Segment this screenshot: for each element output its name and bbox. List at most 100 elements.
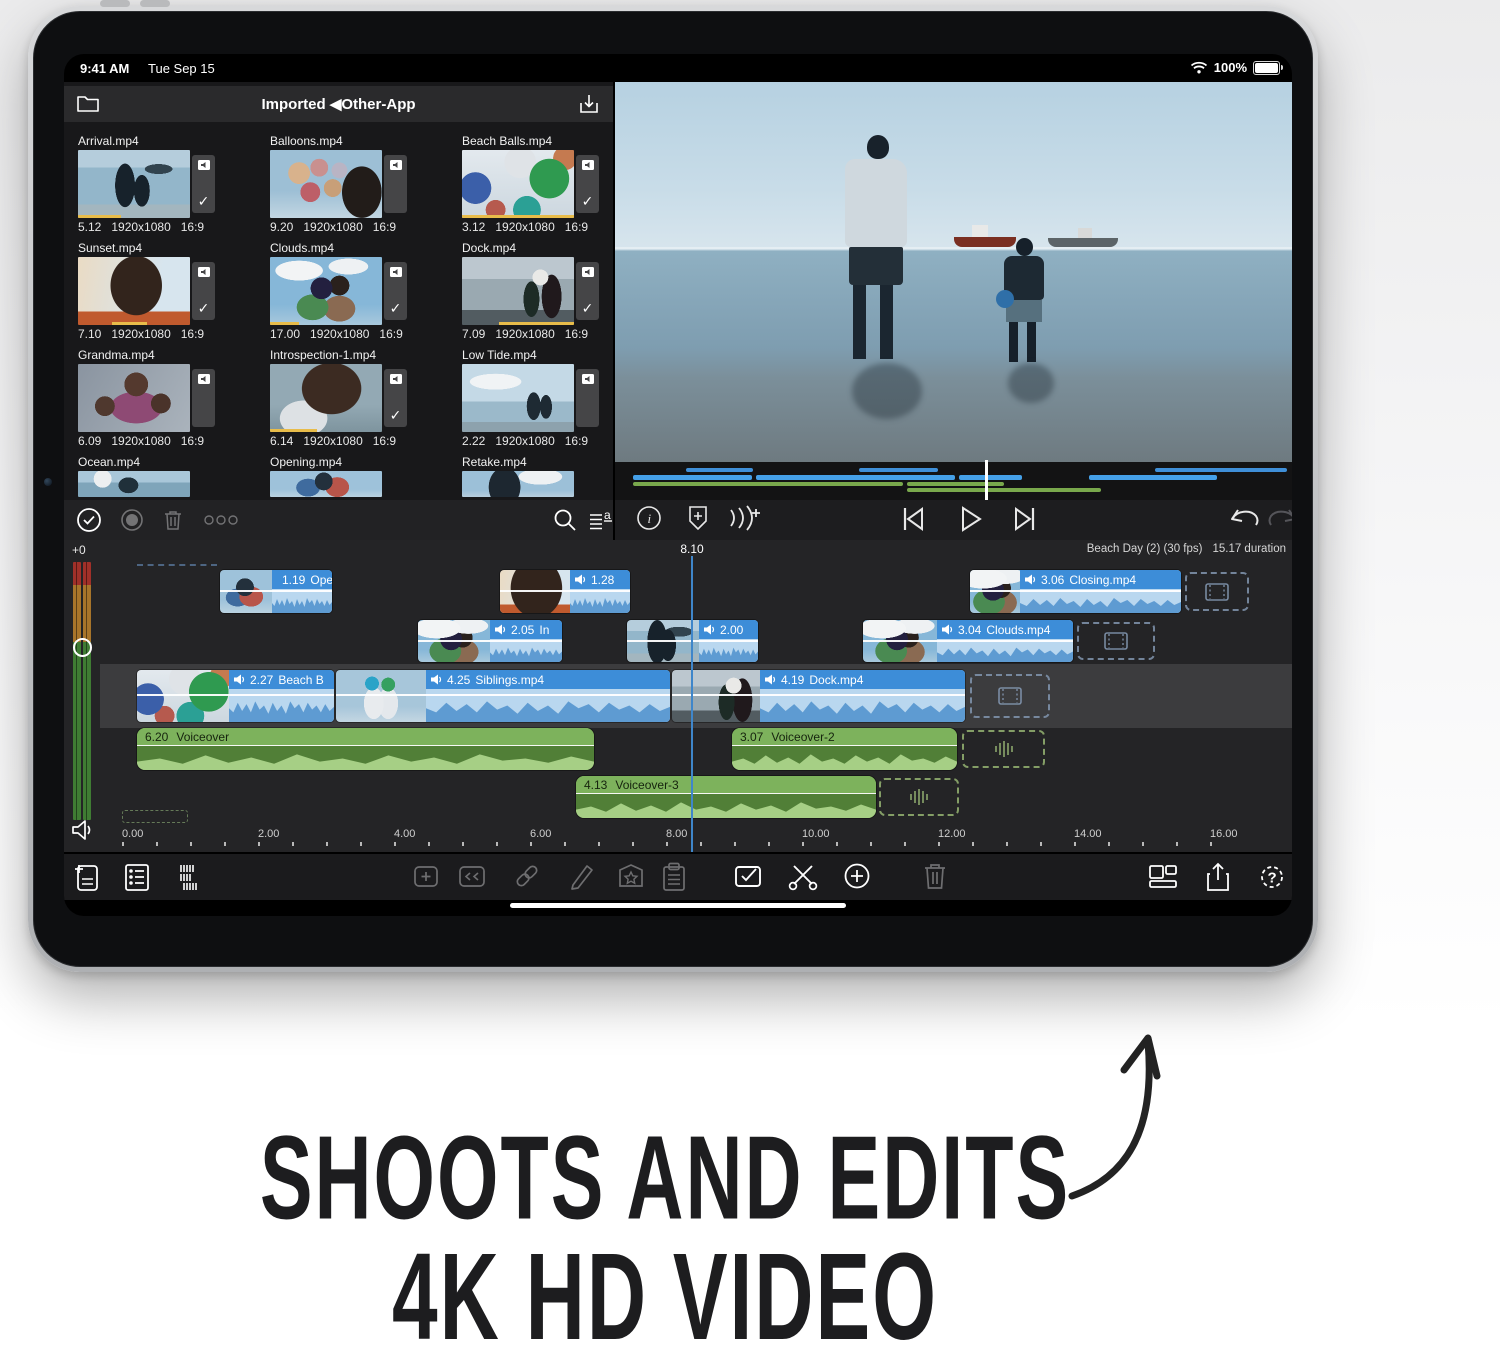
bottom-toolbar: ? — [64, 854, 1292, 900]
effects-star-icon[interactable] — [616, 861, 646, 891]
library-clip-card[interactable]: Introspection-1.mp4 ✓ 6.141920x108016:9 — [270, 348, 448, 446]
audio-levels-icon[interactable] — [177, 861, 209, 893]
front-camera — [44, 478, 52, 486]
search-icon[interactable] — [552, 507, 578, 533]
timeline-clip[interactable]: 2.05In — [418, 620, 562, 662]
info-icon[interactable]: i — [635, 504, 663, 532]
timeline-audio-clip[interactable]: 3.07Voiceover-2 — [732, 728, 957, 770]
share-export-icon[interactable] — [1204, 861, 1232, 893]
ruler-label: 16.00 — [1210, 828, 1238, 840]
video-preview[interactable] — [615, 82, 1292, 462]
timeline-audio-clip[interactable]: 4.13Voiceover-3 — [576, 776, 876, 818]
timeline-playhead[interactable] — [691, 556, 693, 852]
new-project-icon[interactable] — [72, 861, 102, 893]
volume-down-button[interactable] — [140, 0, 170, 7]
timeline-audio-clip[interactable]: 6.20Voiceover — [137, 728, 594, 770]
insert-clip-icon[interactable] — [411, 861, 441, 891]
film-icon — [997, 686, 1023, 706]
library-clip-card[interactable]: Sunset.mp4 ✓ 7.101920x108016:9 — [78, 241, 256, 339]
timeline-overview[interactable] — [615, 462, 1292, 500]
clip-name: Clouds.mp4 — [270, 241, 448, 255]
timeline-clip[interactable]: 1.19Open — [220, 570, 332, 613]
settings-help-icon[interactable]: ? — [1256, 861, 1288, 893]
level-knob[interactable] — [73, 638, 92, 657]
play-icon[interactable] — [955, 504, 985, 534]
link-icon[interactable] — [512, 861, 542, 891]
video-placeholder[interactable] — [1185, 572, 1249, 611]
waveform-icon — [992, 740, 1016, 758]
project-duration: 15.17 duration — [1212, 543, 1286, 555]
ruler-label: 0.00 — [122, 828, 143, 840]
add-plus-icon[interactable] — [842, 861, 872, 891]
timeline-clip[interactable]: 4.19Dock.mp4 — [672, 670, 965, 722]
library-clip-card[interactable]: Beach Balls.mp4 ✓ 3.121920x108016:9 — [462, 134, 613, 232]
clip-thumbnail — [462, 257, 574, 325]
media-audio-icon — [581, 159, 595, 171]
clip-meta: 7.101920x108016:9 — [78, 327, 256, 341]
clip-badge-strip: ✓ — [576, 262, 599, 320]
redo-icon[interactable] — [1267, 504, 1292, 532]
waveform-icon — [907, 788, 931, 806]
library-clip-card[interactable]: Low Tide.mp4 ✓ 2.221920x108016:9 — [462, 348, 613, 446]
clip-thumbnail — [462, 150, 574, 218]
timeline-clip[interactable]: 3.04Clouds.mp4 — [863, 620, 1073, 662]
speaker-icon — [431, 674, 442, 685]
man-silhouette — [845, 135, 907, 359]
video-placeholder[interactable] — [970, 674, 1050, 718]
audio-clip-label: 3.07Voiceover-2 — [732, 728, 957, 745]
trash-icon[interactable] — [162, 508, 184, 532]
timeline-clip[interactable]: 2.27Beach B — [137, 670, 334, 722]
import-icon[interactable] — [577, 92, 601, 116]
layout-panels-icon[interactable] — [1146, 861, 1180, 891]
library-clip-card[interactable]: Dock.mp4 ✓ 7.091920x108016:9 — [462, 241, 613, 339]
library-clip-card[interactable]: Clouds.mp4 ✓ 17.001920x108016:9 — [270, 241, 448, 339]
clipboard-icon[interactable] — [660, 861, 688, 893]
audio-add-icon[interactable] — [727, 504, 763, 532]
audio-placeholder[interactable] — [962, 730, 1045, 768]
clip-name: Low Tide.mp4 — [462, 348, 613, 362]
select-checkbox-icon[interactable] — [732, 861, 764, 891]
timeline-clip[interactable]: 4.25Siblings.mp4 — [336, 670, 670, 722]
undo-icon[interactable] — [1228, 504, 1260, 532]
library-clip-card[interactable]: Ocean.mp4 ✓ — [78, 455, 256, 504]
record-icon[interactable] — [120, 508, 144, 532]
clip-name: Introspection-1.mp4 — [270, 348, 448, 362]
skip-back-icon[interactable] — [898, 504, 928, 534]
clip-meta: 9.201920x108016:9 — [270, 220, 448, 234]
library-clip-card[interactable]: Grandma.mp4 ✓ 6.091920x108016:9 — [78, 348, 256, 446]
battery-icon — [1253, 61, 1280, 75]
split-scissors-icon[interactable] — [786, 861, 820, 891]
timeline-clip[interactable]: 3.06Closing.mp4 — [970, 570, 1181, 613]
audio-placeholder[interactable] — [879, 778, 959, 816]
overwrite-clip-icon[interactable] — [456, 861, 488, 891]
skip-forward-icon[interactable] — [1010, 504, 1040, 534]
video-placeholder[interactable] — [1077, 622, 1155, 660]
sort-icon[interactable]: a — [588, 507, 614, 533]
volume-up-button[interactable] — [100, 0, 130, 7]
mute-speaker-icon[interactable] — [70, 818, 96, 842]
ruler-label: 4.00 — [394, 828, 415, 840]
folder-icon[interactable] — [76, 92, 100, 114]
timeline-clip[interactable]: 1.28 — [500, 570, 630, 613]
clip-thumbnail — [462, 471, 574, 497]
track-headers-icon[interactable] — [122, 861, 152, 893]
marker-icon[interactable] — [685, 504, 711, 532]
clip-name: Balloons.mp4 — [270, 134, 448, 148]
select-mode-icon[interactable] — [76, 507, 102, 533]
caption-line-2: 4K HD VIDEO — [160, 1237, 1170, 1360]
collapsed-track-indicator — [137, 564, 217, 566]
library-clip-card[interactable]: Retake.mp4 ✓ — [462, 455, 613, 504]
ruler-label: 8.00 — [666, 828, 687, 840]
audio-clip-label: 4.13Voiceover-3 — [576, 776, 876, 793]
home-indicator[interactable] — [510, 903, 846, 908]
edit-pencil-icon[interactable] — [567, 861, 595, 891]
svg-text:?: ? — [1268, 870, 1277, 887]
overview-playhead[interactable] — [985, 460, 988, 500]
more-icon[interactable] — [204, 515, 238, 525]
library-clip-card[interactable]: Opening.mp4 ✓ — [270, 455, 448, 504]
library-clip-card[interactable]: Balloons.mp4 ✓ 9.201920x108016:9 — [270, 134, 448, 232]
gain-label: +0 — [72, 543, 86, 557]
delete-trash-icon[interactable] — [922, 861, 948, 891]
library-clip-card[interactable]: Arrival.mp4 ✓ 5.121920x108016:9 — [78, 134, 256, 232]
clip-name: Opening.mp4 — [270, 455, 448, 469]
